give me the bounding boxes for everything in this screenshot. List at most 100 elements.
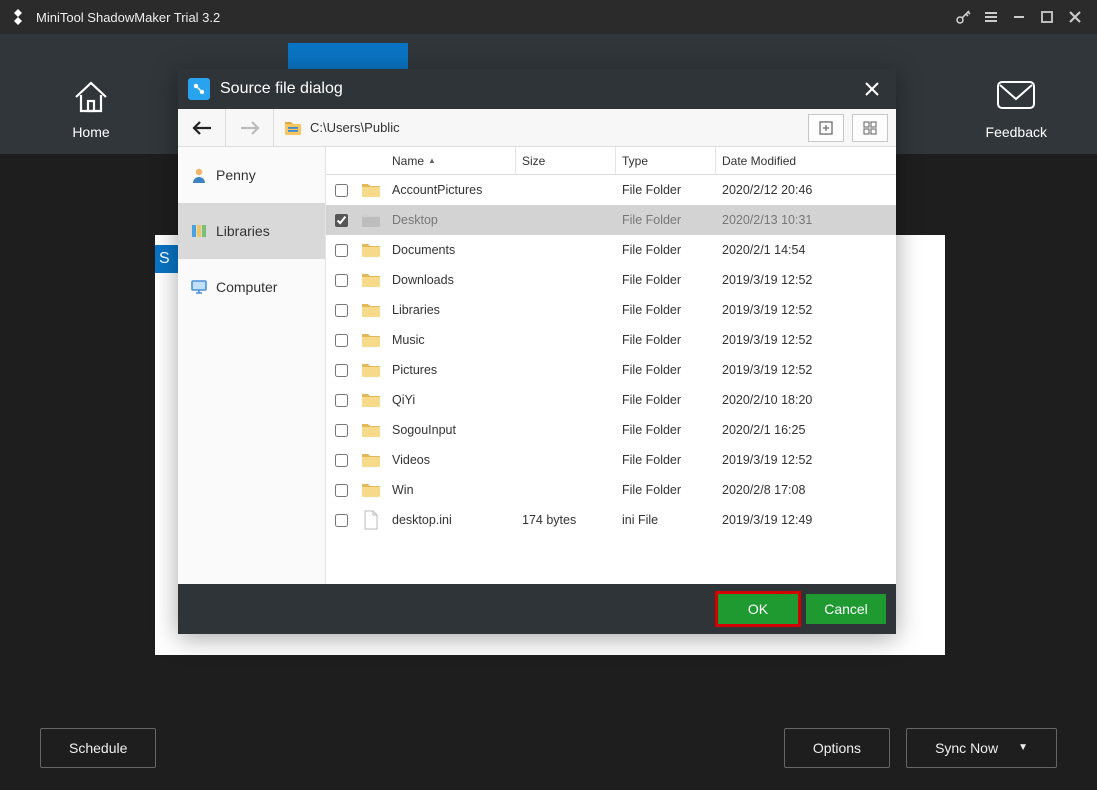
row-checkbox[interactable] — [335, 214, 348, 227]
row-date: 2020/2/12 20:46 — [716, 183, 896, 197]
col-type[interactable]: Type — [616, 147, 716, 174]
file-row[interactable]: DownloadsFile Folder2019/3/19 12:52 — [326, 265, 896, 295]
schedule-button[interactable]: Schedule — [40, 728, 156, 768]
view-grid-button[interactable] — [852, 114, 888, 142]
folder-icon — [356, 331, 386, 349]
row-checkbox[interactable] — [335, 274, 348, 287]
row-type: File Folder — [616, 273, 716, 287]
row-checkbox[interactable] — [335, 454, 348, 467]
file-row[interactable]: LibrariesFile Folder2019/3/19 12:52 — [326, 295, 896, 325]
dialog-icon — [188, 78, 210, 100]
section-s-label: S — [155, 245, 178, 273]
dialog-toolbar: C:\Users\Public — [178, 109, 896, 147]
row-date: 2019/3/19 12:52 — [716, 453, 896, 467]
row-type: ini File — [616, 513, 716, 527]
folder-icon — [356, 481, 386, 499]
path-text: C:\Users\Public — [310, 120, 400, 135]
syncnow-label: Sync Now — [935, 740, 998, 756]
new-folder-button[interactable] — [808, 114, 844, 142]
row-checkbox[interactable] — [335, 334, 348, 347]
file-row[interactable]: PicturesFile Folder2019/3/19 12:52 — [326, 355, 896, 385]
path-box[interactable]: C:\Users\Public — [274, 119, 808, 137]
file-list-header: Name ▲ Size Type Date Modified — [326, 147, 896, 175]
col-date[interactable]: Date Modified — [716, 147, 896, 174]
row-date: 2020/2/8 17:08 — [716, 483, 896, 497]
sidebar-item-computer[interactable]: Computer — [178, 259, 325, 315]
file-row[interactable]: AccountPicturesFile Folder2020/2/12 20:4… — [326, 175, 896, 205]
row-checkbox[interactable] — [335, 394, 348, 407]
key-icon[interactable] — [949, 3, 977, 31]
file-row[interactable]: MusicFile Folder2019/3/19 12:52 — [326, 325, 896, 355]
cancel-button[interactable]: Cancel — [806, 594, 886, 624]
file-row[interactable]: QiYiFile Folder2020/2/10 18:20 — [326, 385, 896, 415]
file-row[interactable]: VideosFile Folder2019/3/19 12:52 — [326, 445, 896, 475]
row-checkbox[interactable] — [335, 514, 348, 527]
row-date: 2019/3/19 12:49 — [716, 513, 896, 527]
nav-forward-button[interactable] — [226, 109, 274, 146]
col-size-label: Size — [522, 154, 545, 168]
dialog-title: Source file dialog — [220, 80, 858, 98]
tab-feedback[interactable]: Feedback — [986, 74, 1047, 140]
file-row[interactable]: WinFile Folder2020/2/8 17:08 — [326, 475, 896, 505]
folder-icon — [356, 211, 386, 229]
row-type: File Folder — [616, 423, 716, 437]
app-logo-icon — [8, 7, 28, 27]
minimize-button[interactable] — [1005, 3, 1033, 31]
col-size[interactable]: Size — [516, 147, 616, 174]
row-checkbox[interactable] — [335, 244, 348, 257]
sidebar-item-penny[interactable]: Penny — [178, 147, 325, 203]
tab-home[interactable]: Home — [70, 74, 112, 140]
sort-asc-icon: ▲ — [428, 156, 436, 165]
folder-icon — [356, 271, 386, 289]
row-type: File Folder — [616, 243, 716, 257]
row-checkbox[interactable] — [335, 424, 348, 437]
menu-icon[interactable] — [977, 3, 1005, 31]
row-checkbox[interactable] — [335, 304, 348, 317]
monitor-icon — [190, 278, 208, 296]
col-name[interactable]: Name ▲ — [386, 147, 516, 174]
user-icon — [190, 166, 208, 184]
file-row[interactable]: SogouInput File Folder2020/2/1 16:25 — [326, 415, 896, 445]
row-name: AccountPictures — [386, 183, 516, 197]
tab-home-label: Home — [72, 124, 109, 140]
row-name: Desktop — [386, 213, 516, 227]
folder-icon — [356, 301, 386, 319]
row-type: File Folder — [616, 483, 716, 497]
row-type: File Folder — [616, 213, 716, 227]
row-checkbox[interactable] — [335, 184, 348, 197]
row-checkbox[interactable] — [335, 484, 348, 497]
folder-path-icon — [284, 119, 302, 137]
titlebar: MiniTool ShadowMaker Trial 3.2 — [0, 0, 1097, 34]
row-type: File Folder — [616, 453, 716, 467]
row-date: 2020/2/10 18:20 — [716, 393, 896, 407]
app-title: MiniTool ShadowMaker Trial 3.2 — [36, 10, 949, 25]
col-date-label: Date Modified — [722, 154, 796, 168]
sidebar-item-label: Libraries — [216, 223, 270, 239]
file-row[interactable]: desktop.ini174 bytesini File2019/3/19 12… — [326, 505, 896, 535]
nav-back-button[interactable] — [178, 109, 226, 146]
ok-button[interactable]: OK — [718, 594, 798, 624]
maximize-button[interactable] — [1033, 3, 1061, 31]
source-file-dialog: Source file dialog C:\Users\Public Penny… — [178, 69, 896, 634]
file-row[interactable]: DesktopFile Folder2020/2/13 10:31 — [326, 205, 896, 235]
ok-label: OK — [748, 601, 768, 617]
row-date: 2020/2/1 16:25 — [716, 423, 896, 437]
options-button[interactable]: Options — [784, 728, 890, 768]
home-icon — [70, 74, 112, 118]
sidebar-item-libraries[interactable]: Libraries — [178, 203, 325, 259]
row-size: 174 bytes — [516, 513, 616, 527]
close-button[interactable] — [1061, 3, 1089, 31]
sync-now-button[interactable]: Sync Now ▼ — [906, 728, 1057, 768]
row-type: File Folder — [616, 333, 716, 347]
file-list-rows: AccountPictures File Folder 2020/2/12 20:4… — [326, 175, 896, 584]
row-name: SogouInput — [386, 423, 516, 437]
row-name: Music — [386, 333, 516, 347]
dialog-footer: OK Cancel — [178, 584, 896, 634]
file-list: Name ▲ Size Type Date Modified AccountPi… — [326, 147, 896, 584]
dialog-titlebar: Source file dialog — [178, 69, 896, 109]
file-row[interactable]: DocumentsFile Folder2020/2/1 14:54 — [326, 235, 896, 265]
dialog-close-button[interactable] — [858, 75, 886, 103]
row-checkbox[interactable] — [335, 364, 348, 377]
row-type: File Folder — [616, 393, 716, 407]
folder-icon — [356, 391, 386, 409]
